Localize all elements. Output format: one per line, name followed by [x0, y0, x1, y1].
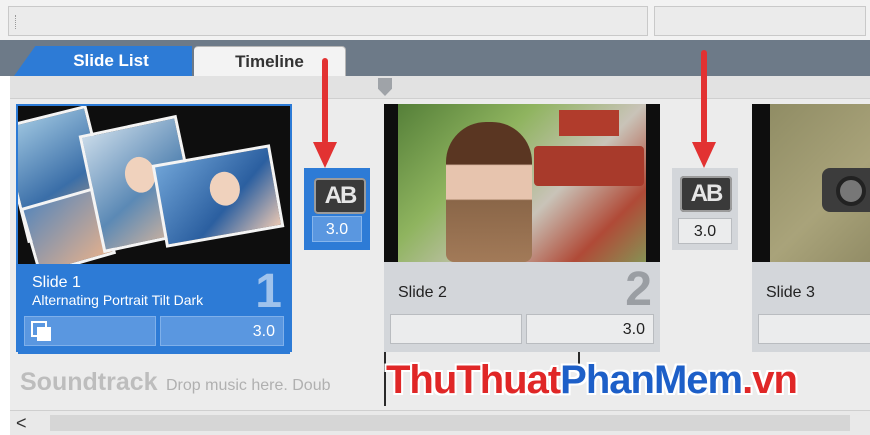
- scrollbar-thumb[interactable]: [50, 415, 850, 431]
- position-ruler: [10, 76, 870, 99]
- slide-1-controls: 3.0: [24, 316, 284, 346]
- top-panel-left: [8, 6, 648, 36]
- red-arrow-icon: [692, 50, 716, 168]
- slide-card-1[interactable]: Slide 1 Alternating Portrait Tilt Dark 1…: [16, 104, 292, 354]
- transition-2[interactable]: AB 3.0: [672, 168, 738, 250]
- transition-ab-icon[interactable]: AB: [680, 176, 732, 212]
- playhead-marker[interactable]: [378, 78, 392, 96]
- slide-2-controls: 3.0: [390, 314, 654, 344]
- slide-title: Slide 1: [32, 274, 81, 291]
- soundtrack-hint: Drop music here. Doub: [165, 377, 331, 394]
- slide-title: Slide 3: [766, 284, 815, 301]
- slide-number: 2: [625, 263, 652, 316]
- soundtrack-drop-area[interactable]: Soundtrack Drop music here. Doub: [20, 368, 331, 397]
- layers-button[interactable]: [390, 314, 522, 344]
- grip-handle[interactable]: [15, 15, 18, 29]
- soundtrack-label: Soundtrack: [20, 368, 158, 396]
- layers-icon: [31, 321, 51, 341]
- letterbox-bar: [752, 104, 770, 262]
- roof-shape: [534, 146, 644, 186]
- tab-bar: Slide List Timeline: [0, 40, 870, 76]
- slide-number: 1: [255, 265, 282, 318]
- person-shape: [446, 122, 532, 262]
- slide-2-info: Slide 2 2 3.0: [384, 262, 660, 352]
- slide-duration[interactable]: 3.0: [526, 314, 654, 344]
- top-panel-right: [654, 6, 866, 36]
- slide-3-thumbnail[interactable]: [752, 104, 870, 262]
- slide-duration[interactable]: 3.0: [160, 316, 284, 346]
- slide-2-thumbnail[interactable]: [384, 104, 660, 262]
- tab-slide-list[interactable]: Slide List: [14, 46, 192, 76]
- slide-style-name: Alternating Portrait Tilt Dark: [32, 292, 204, 308]
- slide-1-thumbnail[interactable]: [18, 106, 290, 264]
- slide-3-controls: [758, 314, 870, 344]
- letterbox-bar: [646, 104, 660, 262]
- transition-duration[interactable]: 3.0: [312, 216, 362, 242]
- lens-shape: [836, 176, 866, 206]
- sign-shape: [559, 110, 619, 136]
- face-shape: [207, 169, 243, 209]
- letterbox-bar: [384, 104, 398, 262]
- transition-duration[interactable]: 3.0: [678, 218, 732, 244]
- slide-card-3[interactable]: Slide 3: [752, 104, 870, 352]
- top-toolbar: [0, 0, 870, 40]
- layers-button[interactable]: [24, 316, 156, 346]
- red-arrow-icon: [313, 58, 337, 168]
- slide-card-2[interactable]: Slide 2 2 3.0: [384, 104, 660, 352]
- watermark-logo: ThuThuatPhanMem.vn: [386, 358, 798, 402]
- transition-1[interactable]: AB 3.0: [304, 168, 370, 250]
- layers-button[interactable]: [758, 314, 870, 344]
- slide-title: Slide 2: [398, 284, 447, 301]
- slide-3-info: Slide 3: [752, 262, 870, 352]
- transition-ab-icon[interactable]: AB: [314, 178, 366, 214]
- slide-1-info: Slide 1 Alternating Portrait Tilt Dark 1…: [18, 264, 290, 354]
- horizontal-scrollbar[interactable]: <: [10, 410, 870, 435]
- scroll-left-icon[interactable]: <: [16, 411, 27, 435]
